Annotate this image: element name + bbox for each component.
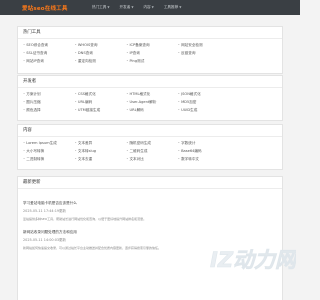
tool-link[interactable]: 随机密码生成 [126,139,174,147]
tool-link[interactable]: 字数统计 [178,139,226,147]
chevron-down-icon: ▼ [131,5,134,9]
section-updates: 最新更新 学习爱站电脑卡机是否应该是什么 2025-05-11 17:44:19… [17,176,283,300]
section-title: 开发者 [18,76,282,88]
tool-link[interactable]: 文本去重 [75,155,123,163]
tool-link[interactable]: IP查询 [126,49,174,57]
tool-link[interactable]: Lorem Ipsum生成 [23,139,71,147]
tool-link[interactable]: 重定向检测 [75,57,123,65]
tool-link[interactable]: JSON格式化 [178,90,226,98]
top-navbar: 爱站seo在线工具 热门工具▼ 开发者▼ 内容▼ 工具推荐▼ [0,0,300,15]
tool-link[interactable]: MD5加密 [178,98,226,106]
tool-link[interactable]: URL编码 [75,98,123,106]
tool-link[interactable]: DNS查询 [75,49,123,57]
update-entry-date: 2025-05-11 17:44:19更新 [23,209,66,213]
update-entry-title[interactable]: 新网站收录问题处理的方法和应用 [23,230,277,235]
update-entry[interactable]: 学习爱站电脑卡机是否应该是什么 2025-05-11 17:44:19更新 爱站… [23,201,277,222]
tool-link[interactable]: 网站IP查询 [23,57,71,65]
update-entry-summary: 爱站提供多种SEO工具，帮助站长进行网站优化和查询，以便于更好地提升网站排名和流… [23,217,147,221]
tool-link[interactable]: Base64编码 [178,147,226,155]
chevron-down-icon: ▼ [179,5,182,9]
section-title: 最新更新 [18,177,282,189]
section-title: 热门工具 [18,27,282,39]
tool-link[interactable]: Ping测试 [126,57,174,65]
section-hot-tools: 热门工具 SEO综合查询 WHOIS查询ICP备案查询网站安全检测 SSL证书查询 D… [17,26,283,74]
tool-grid: 方案计划 CSS格式化HTML格式化 JSON格式化图片压缩 URL编码User-Ag… [18,88,282,115]
tool-link[interactable]: 二进制转换 [23,155,71,163]
tool-grid: SEO综合查询 WHOIS查询ICP备案查询网站安全检测 SSL证书查询 DNS查询I… [18,39,282,66]
section-developer: 开发者 方案计划 CSS格式化HTML格式化 JSON格式化图片压缩 URL编码Use… [17,75,283,121]
tool-link[interactable]: 文本对比 [126,155,174,163]
tool-link[interactable]: UTM链接生成 [75,106,123,114]
watermark-text: IZ动力网 [210,248,296,272]
tool-link[interactable]: 方案计划 [23,90,71,98]
update-entry-title[interactable]: 学习爱站电脑卡机是否应该是什么 [23,201,277,206]
chevron-down-icon: ▼ [107,5,110,9]
tool-link[interactable]: 文本差异 [75,139,123,147]
nav-item-recommend[interactable]: 工具推荐▼ [164,5,182,10]
nav-item-content[interactable]: 内容▼ [143,5,153,10]
nav-item-hot[interactable]: 热门工具▼ [92,5,110,10]
tool-link[interactable]: UUID生成 [178,106,226,114]
tool-link[interactable]: ICP备案查询 [126,41,174,49]
tool-link[interactable]: SEO综合查询 [23,41,71,49]
watermark-logo: IZ动力网 [210,248,296,272]
section-content: 内容 Lorem Ipsum生成文本差异随机密码生成字数统计大小写转换文本转sl… [17,124,283,170]
tool-link[interactable]: 网站安全检测 [178,41,226,49]
tool-link[interactable]: SSL证书查询 [23,49,71,57]
main-nav: 热门工具▼ 开发者▼ 内容▼ 工具推荐▼ [92,5,181,10]
tool-link[interactable]: 图片压缩 [23,98,71,106]
tool-link[interactable]: WHOIS查询 [75,41,123,49]
tool-link[interactable]: 二维码生成 [126,147,174,155]
tool-link[interactable]: HTML格式化 [126,90,174,98]
site-logo[interactable]: 爱站seo在线工具 [22,4,68,12]
section-title: 内容 [18,125,282,137]
tool-link[interactable]: 文本转slug [75,147,123,155]
tool-link[interactable]: 反链查询 [178,49,226,57]
tool-link[interactable]: User-Agent解析 [126,98,174,106]
tool-link[interactable]: CSS格式化 [75,90,123,98]
nav-item-dev[interactable]: 开发者▼ [120,5,134,10]
tool-link[interactable]: 颜色选择 [23,106,71,114]
chevron-down-icon: ▼ [151,5,154,9]
tool-grid: Lorem Ipsum生成文本差异随机密码生成字数统计大小写转换文本转slug二… [18,137,282,164]
tool-link[interactable]: 大小写转换 [23,147,71,155]
tool-link[interactable]: URL解码 [126,106,174,114]
update-entry-date: 2025-05-11 14:00:03更新 [23,238,66,242]
tool-link[interactable]: 数字转中文 [178,155,226,163]
